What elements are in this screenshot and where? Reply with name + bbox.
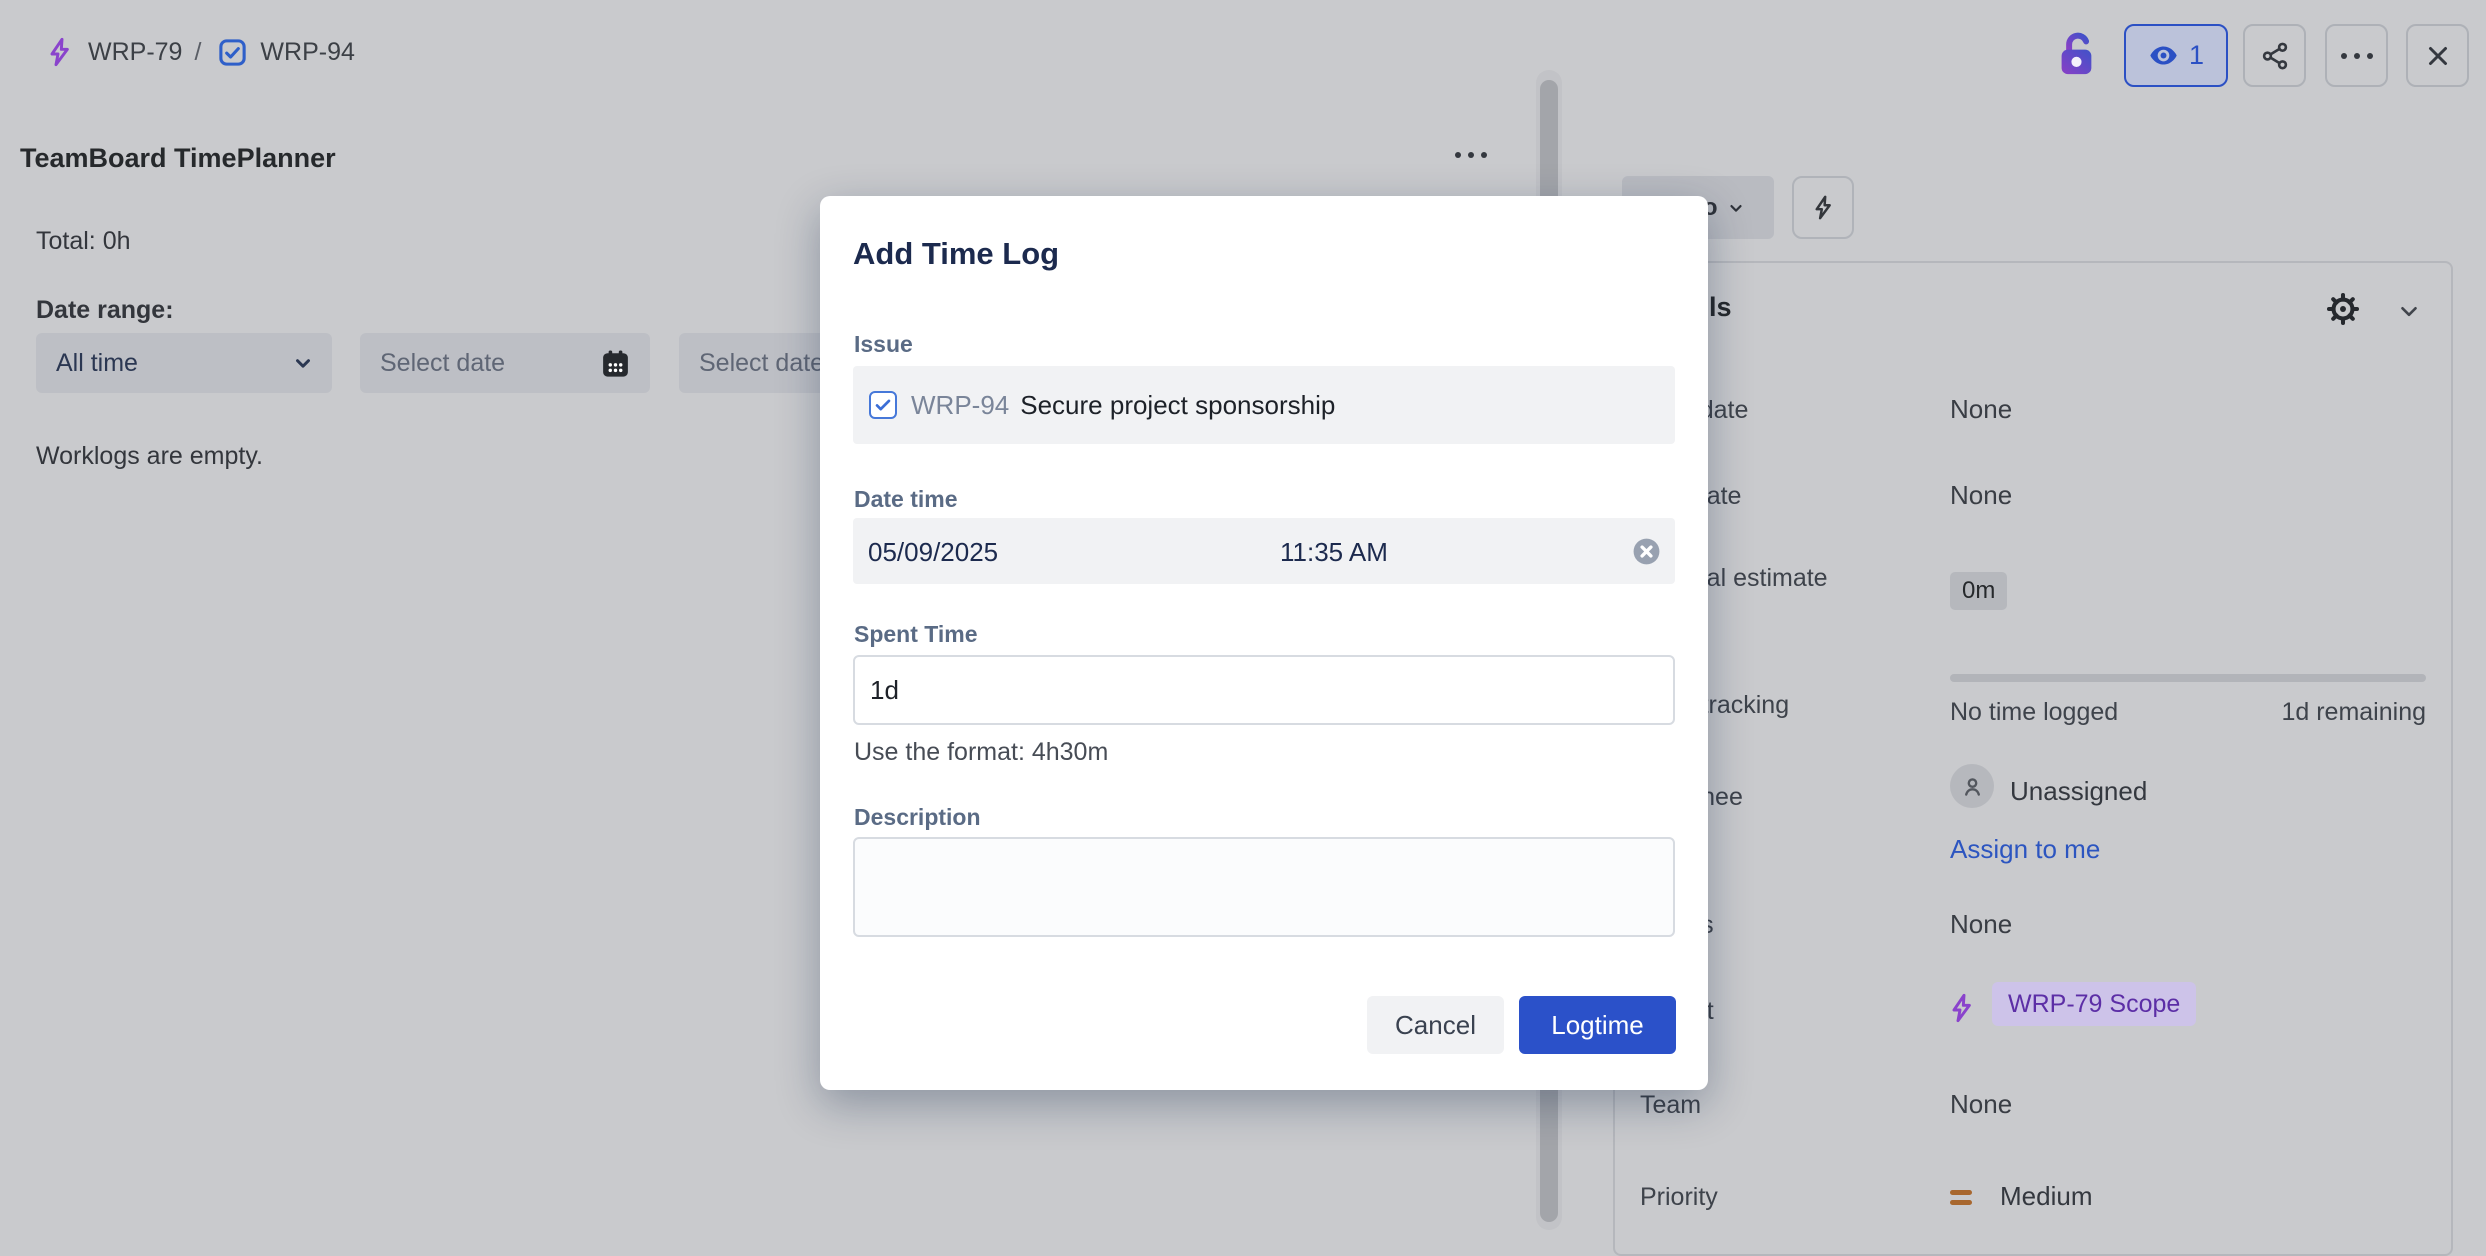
date-from-field[interactable]: Select date [360,333,650,393]
assignee-value[interactable]: Unassigned [2010,776,2147,807]
field-value-due-date[interactable]: None [1950,480,2012,511]
parent-issue-badge[interactable]: WRP-79 Scope [1992,982,2196,1026]
worklogs-empty-text: Worklogs are empty. [36,442,263,471]
watchers-count: 1 [2189,40,2204,71]
breadcrumb-issue-key[interactable]: WRP-94 [260,38,354,67]
time-tracking-progress-bar[interactable] [1950,674,2426,682]
details-collapse-button[interactable] [2396,298,2422,324]
assign-to-me-link[interactable]: Assign to me [1950,834,2100,865]
chevron-down-icon [292,352,314,374]
calendar-icon [599,347,632,380]
description-label: Description [854,804,981,831]
field-value-start-date[interactable]: None [1950,394,2012,425]
clear-datetime-icon[interactable] [1631,536,1662,572]
gear-icon [2322,288,2364,330]
priority-medium-icon [1950,1190,1972,1205]
issue-row: WRP-94 Secure project sponsorship [853,366,1675,444]
unlocked-icon[interactable] [2056,28,2098,85]
datetime-label: Date time [854,486,958,513]
logtime-button[interactable]: Logtime [1519,996,1676,1054]
issue-key: WRP-94 [911,390,1009,421]
issue-section-label: Issue [854,331,913,358]
breadcrumb-separator: / [194,38,201,67]
cancel-button[interactable]: Cancel [1367,996,1504,1054]
spent-time-label: Spent Time [854,621,978,648]
field-label-priority: Priority [1640,1182,1850,1213]
person-icon [1959,773,1986,800]
epic-icon [44,36,76,68]
date-from-placeholder: Select date [380,349,599,378]
task-icon [217,37,248,68]
date-value[interactable]: 05/09/2025 [868,537,998,568]
watchers-button[interactable]: 1 [2124,24,2228,87]
field-label-team: Team [1640,1090,1850,1121]
field-value-priority[interactable]: Medium [2000,1181,2092,1212]
quick-actions-button[interactable] [1792,176,1854,239]
panel-more-button[interactable] [1455,152,1487,158]
share-icon [2260,41,2290,71]
breadcrumb: WRP-79 / WRP-94 [44,24,355,80]
total-hours-text: Total: 0h [36,227,131,256]
original-estimate-badge[interactable]: 0m [1950,572,2007,610]
time-logged-text: No time logged [1950,698,2118,727]
format-hint-text: Use the format: 4h30m [854,738,1108,767]
spent-time-input[interactable]: 1d [853,655,1675,725]
spent-time-value: 1d [870,675,899,706]
issue-summary: Secure project sponsorship [1020,390,1335,421]
description-textarea[interactable] [853,837,1675,937]
time-remaining-text: 1d remaining [2200,698,2426,727]
date-range-label: Date range: [36,296,174,325]
chevron-down-icon [1727,199,1745,217]
field-value-team[interactable]: None [1950,1089,2012,1120]
modal-title: Add Time Log [853,236,1059,272]
more-actions-button[interactable] [2325,24,2388,87]
ellipsis-icon [2341,53,2373,59]
eye-icon [2148,40,2179,71]
panel-title: TeamBoard TimePlanner [20,143,336,174]
lightning-icon [1810,194,1837,221]
close-button[interactable] [2406,24,2469,87]
breadcrumb-epic-key[interactable]: WRP-79 [88,38,182,67]
chevron-down-icon [2396,298,2422,324]
field-value-labels[interactable]: None [1950,909,2012,940]
details-settings-button[interactable] [2322,288,2364,330]
add-time-log-modal: Add Time Log Issue WRP-94 Secure project… [820,196,1708,1090]
time-value[interactable]: 11:35 AM [1280,537,1388,568]
avatar [1950,764,1994,808]
datetime-field[interactable]: 05/09/2025 11:35 AM [853,518,1675,584]
issue-checkbox[interactable] [869,391,897,419]
epic-icon [1946,992,1978,1029]
share-button[interactable] [2243,24,2306,87]
close-icon [2423,41,2453,71]
range-select-value: All time [56,349,292,378]
range-select[interactable]: All time [36,333,332,393]
